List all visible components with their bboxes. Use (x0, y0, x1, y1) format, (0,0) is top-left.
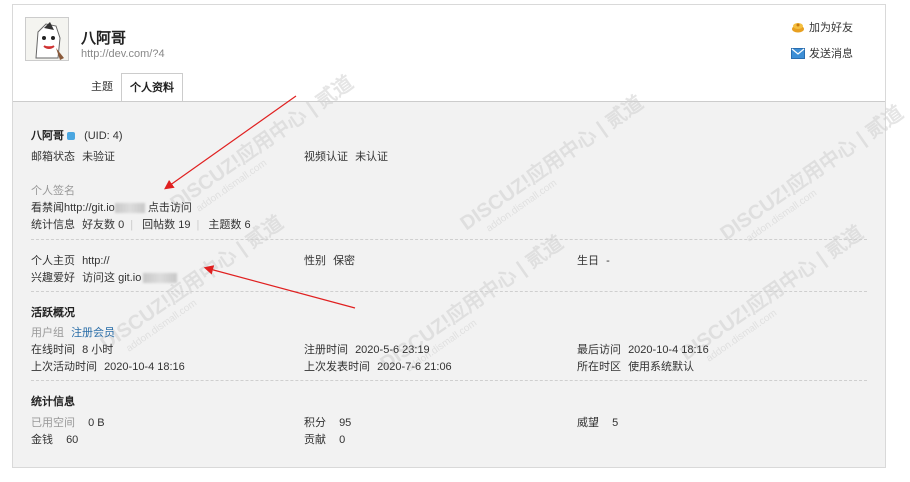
activity-title: 活跃概况 (31, 307, 75, 319)
online-time-row: 在线时间 8 小时 (31, 341, 113, 357)
avatar[interactable] (25, 17, 69, 61)
last-visit-value: 2020-10-4 18:16 (628, 344, 709, 356)
prestige-value: 5 (612, 417, 619, 429)
friends-count[interactable]: 好友数 0 (82, 219, 124, 231)
replies-count[interactable]: 回帖数 19 (142, 219, 190, 231)
watermark: DISCUZ!应用中心 | 贰道 addon.dismall.com (716, 101, 908, 245)
threads-count[interactable]: 主题数 6 (208, 219, 250, 231)
last-post-label: 上次发表时间 (304, 361, 370, 373)
last-active-label: 上次活动时间 (31, 361, 97, 373)
user-url[interactable]: http://dev.com/?4 (81, 48, 165, 60)
usergroup-label: 用户组 (31, 327, 64, 339)
homepage-label: 个人主页 (31, 255, 75, 267)
last-visit-row: 最后访问 2020-10-4 18:16 (577, 341, 709, 357)
online-time-label: 在线时间 (31, 344, 75, 356)
divider (31, 380, 867, 381)
register-time-value: 2020-5-6 23:19 (355, 344, 430, 356)
profile-card: 八阿哥 http://dev.com/?4 加为好友 发送消息 主题 个人资料 … (12, 4, 907, 468)
money-row: 金钱 60 (31, 431, 78, 447)
envelope-icon (791, 47, 805, 59)
money-value: 60 (66, 434, 79, 446)
tab-profile[interactable]: 个人资料 (121, 73, 183, 102)
online-time-value: 8 小时 (82, 344, 114, 356)
last-visit-label: 最后访问 (577, 344, 621, 356)
send-message-button[interactable]: 发送消息 (791, 45, 871, 61)
hobby-row: 兴趣爱好 访问这 git.io (31, 269, 178, 285)
username: 八阿哥 (81, 30, 127, 47)
signature-label: 个人签名 (31, 185, 75, 197)
video-status-label: 视频认证 (304, 151, 348, 163)
add-friend-button[interactable]: 加为好友 (791, 19, 871, 35)
register-time-label: 注册时间 (304, 344, 348, 356)
homepage-value[interactable]: http:// (82, 255, 110, 267)
gender-row: 性别 保密 (304, 252, 355, 268)
space-row: 已用空间 0 B (31, 414, 105, 430)
last-active-value: 2020-10-4 18:16 (104, 361, 185, 373)
profile-content: DISCUZ!应用中心 | 贰道 addon.dismall.com DISCUZ… (13, 72, 907, 467)
contribution-row: 贡献 0 (304, 431, 345, 447)
birthday-label: 生日 (577, 255, 599, 267)
user-uid: (UID: 4) (84, 130, 123, 142)
credits-row: 积分 95 (304, 414, 351, 430)
hobby-label: 兴趣爱好 (31, 272, 75, 284)
usergroup-link[interactable]: 注册会员 (71, 327, 115, 339)
gender-label: 性别 (304, 255, 326, 267)
profile-name: 八阿哥 (31, 130, 64, 142)
money-label: 金钱 (31, 434, 53, 446)
timezone-value: 使用系统默认 (628, 361, 695, 373)
space-label: 已用空间 (31, 417, 75, 429)
timezone-row: 所在时区 使用系统默认 (577, 358, 694, 374)
contribution-label: 贡献 (304, 434, 326, 446)
add-friend-label: 加为好友 (809, 22, 853, 34)
stats-title: 统计信息 (31, 396, 75, 408)
profile-tabs: 主题 个人资料 (83, 73, 183, 102)
watermark: DISCUZ!应用中心 | 贰道 addon.dismall.com (456, 91, 648, 235)
hobby-value: 访问这 git.io (82, 272, 142, 284)
credits-value: 95 (339, 417, 352, 429)
divider (31, 291, 867, 292)
usergroup-row: 用户组 注册会员 (31, 324, 115, 340)
credits-label: 积分 (304, 417, 326, 429)
video-status-value: 未认证 (355, 151, 389, 163)
send-message-label: 发送消息 (809, 48, 853, 60)
space-value: 0 B (88, 417, 105, 429)
stats-row: 统计信息 好友数 0 | 回帖数 19 | 主题数 6 (31, 219, 251, 231)
stats-label: 统计信息 (31, 219, 75, 231)
homepage-row: 个人主页 http:// (31, 252, 110, 268)
signature-text: 看禁闻http://git.io 点击访问 (31, 199, 192, 215)
last-post-row: 上次发表时间 2020-7-6 21:06 (304, 358, 452, 374)
profile-actions: 加为好友 发送消息 (791, 19, 871, 71)
tab-threads[interactable]: 主题 (83, 73, 121, 101)
signature-prefix: 看禁闻http://git.io (31, 202, 115, 214)
user-name-row: 八阿哥 (UID: 4) (31, 127, 123, 143)
redacted-blur (143, 273, 178, 284)
redacted-blur (114, 203, 145, 214)
avatar-image (26, 18, 68, 60)
last-post-value: 2020-7-6 21:06 (377, 361, 452, 373)
timezone-label: 所在时区 (577, 361, 621, 373)
email-status-label: 邮箱状态 (31, 151, 75, 163)
signature-suffix: 点击访问 (147, 202, 192, 214)
verified-icon (67, 132, 75, 141)
contribution-value: 0 (339, 434, 346, 446)
email-status-row: 邮箱状态 未验证 (31, 148, 115, 164)
birthday-row: 生日 - (577, 252, 610, 268)
gender-value: 保密 (333, 255, 356, 267)
register-time-row: 注册时间 2020-5-6 23:19 (304, 341, 430, 357)
birthday-value: - (606, 255, 610, 267)
last-active-row: 上次活动时间 2020-10-4 18:16 (31, 358, 185, 374)
profile-header: 八阿哥 http://dev.com/?4 加为好友 发送消息 主题 个人资料 (13, 5, 885, 102)
prestige-label: 威望 (577, 417, 599, 429)
prestige-row: 威望 5 (577, 414, 618, 430)
video-status-row: 视频认证 未认证 (304, 148, 388, 164)
email-status-value: 未验证 (82, 151, 116, 163)
add-friend-icon (792, 23, 804, 33)
divider (31, 239, 867, 240)
